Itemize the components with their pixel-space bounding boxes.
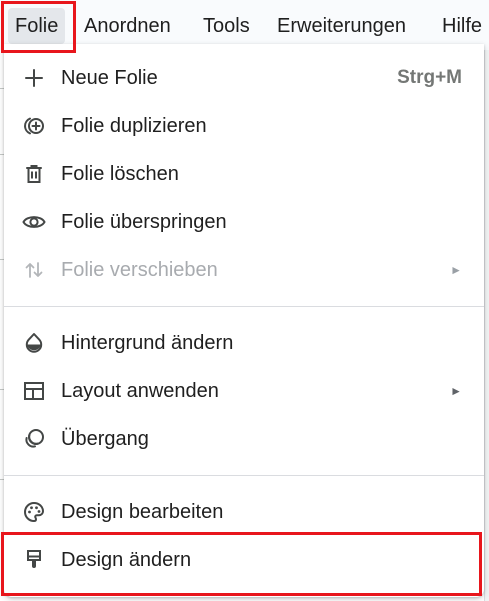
menu-item-uebergang[interactable]: Übergang — [4, 416, 484, 462]
menu-item-hintergrund-aendern[interactable]: Hintergrund ändern — [4, 320, 484, 366]
menu-item-design-bearbeiten[interactable]: Design bearbeiten — [4, 489, 484, 535]
submenu-arrow-icon: ► — [450, 263, 462, 277]
water-drop-icon — [22, 331, 46, 355]
menu-item-label: Neue Folie — [61, 67, 158, 89]
menu-item-label: Folie verschieben — [61, 259, 218, 281]
menubar-item-tools[interactable]: Tools — [203, 8, 250, 44]
plus-icon — [22, 66, 46, 90]
shortcut-label: Strg+M — [397, 67, 462, 88]
menu-item-neue-folie[interactable]: Neue Folie Strg+M — [4, 55, 484, 101]
menubar-item-hilfe[interactable]: Hilfe — [442, 8, 482, 44]
menu-item-label: Design bearbeiten — [61, 501, 224, 523]
menu-item-label: Hintergrund ändern — [61, 332, 234, 354]
menu-item-label: Übergang — [61, 428, 149, 450]
layout-icon — [22, 379, 46, 403]
menu-item-label: Layout anwenden — [61, 380, 219, 402]
move-arrows-icon — [22, 258, 46, 282]
menubar-item-anordnen[interactable]: Anordnen — [84, 8, 171, 44]
menu-item-label: Folie überspringen — [61, 211, 227, 233]
menubar-item-folie[interactable]: Folie — [8, 8, 66, 44]
palette-icon — [22, 500, 46, 524]
menu-item-label: Folie duplizieren — [61, 115, 207, 137]
folie-dropdown-menu: Neue Folie Strg+M Folie duplizieren Foli… — [4, 44, 484, 597]
menu-item-layout-anwenden[interactable]: Layout anwenden ► — [4, 368, 484, 414]
menu-separator — [4, 306, 484, 307]
menu-item-design-aendern[interactable]: Design ändern — [4, 537, 484, 583]
eye-icon — [22, 210, 46, 234]
menu-item-folie-ueberspringen[interactable]: Folie überspringen — [4, 199, 484, 245]
menu-item-folie-loeschen[interactable]: Folie löschen — [4, 151, 484, 197]
submenu-arrow-icon: ► — [450, 384, 462, 398]
menu-item-label: Folie löschen — [61, 163, 179, 185]
menu-item-folie-verschieben[interactable]: Folie verschieben ► — [4, 247, 484, 293]
transition-icon — [22, 427, 46, 451]
menu-item-label: Design ändern — [61, 549, 192, 571]
menu-item-folie-duplizieren[interactable]: Folie duplizieren — [4, 103, 484, 149]
duplicate-icon — [22, 114, 46, 138]
menubar-item-erweiterungen[interactable]: Erweiterungen — [277, 8, 406, 44]
trash-icon — [22, 162, 46, 186]
paint-brush-icon — [22, 548, 46, 572]
menubar: Folie Anordnen Tools Erweiterungen Hilfe — [0, 0, 489, 50]
background-app-edge — [484, 44, 489, 601]
menu-separator — [4, 475, 484, 476]
